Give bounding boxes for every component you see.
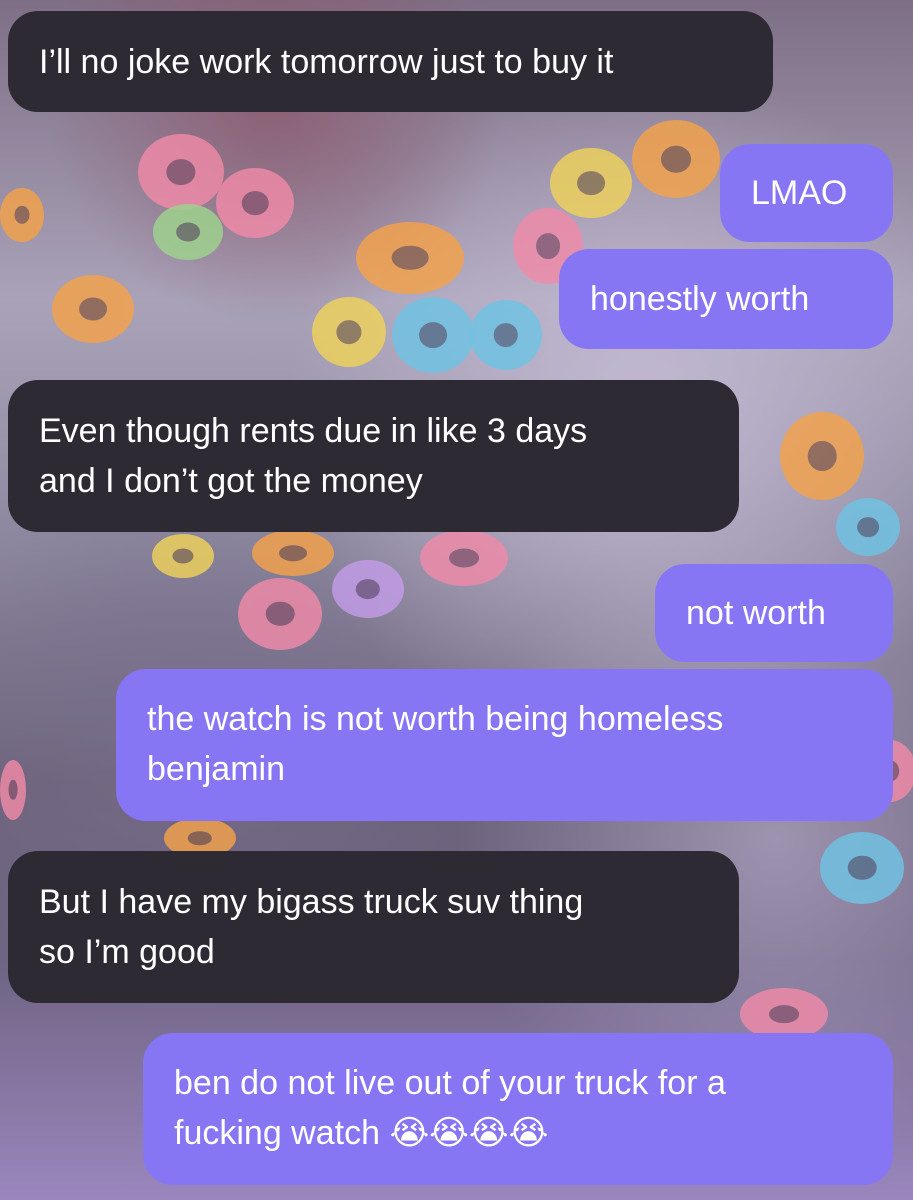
cereal-loop-icon	[152, 534, 214, 578]
cereal-loop-icon	[780, 412, 864, 500]
cereal-loop-icon	[332, 560, 404, 618]
cereal-loop-icon	[420, 530, 508, 586]
message-bubble-sent: LMAO	[720, 144, 893, 242]
cereal-loop-icon	[153, 204, 223, 260]
cereal-loop-icon	[820, 832, 904, 904]
message-text: Even though rents due in like 3 days	[39, 412, 588, 450]
cereal-loop-icon	[52, 275, 134, 343]
cereal-loop-icon	[0, 188, 44, 242]
cereal-loop-icon	[216, 168, 294, 238]
cereal-loop-icon	[252, 530, 334, 576]
cereal-loop-icon	[356, 222, 464, 294]
message-bubble-received: I’ll no joke work tomorrow just to buy i…	[8, 11, 773, 112]
cereal-loop-icon	[470, 300, 542, 370]
cereal-loop-icon	[238, 578, 322, 650]
cereal-loop-icon	[0, 760, 26, 820]
cereal-loop-icon	[392, 297, 474, 373]
message-text: the watch is not worth being homeless	[147, 700, 724, 738]
message-text: so I’m good	[39, 933, 215, 971]
message-text: ben do not live out of your truck for a	[174, 1064, 726, 1102]
cereal-loop-icon	[312, 297, 386, 367]
message-bubble-sent: the watch is not worth being homeless be…	[116, 669, 893, 821]
cereal-loop-icon	[550, 148, 632, 218]
cereal-loop-icon	[836, 498, 900, 556]
cereal-loop-icon	[632, 120, 720, 198]
message-bubble-received: But I have my bigass truck suv thing so …	[8, 851, 739, 1003]
message-bubble-sent: ben do not live out of your truck for a …	[143, 1033, 893, 1185]
message-text: fucking watch 😭😭😭😭	[174, 1114, 549, 1152]
cereal-loop-icon	[138, 134, 224, 210]
message-bubble-received: Even though rents due in like 3 days and…	[8, 380, 739, 532]
message-bubble-sent: not worth	[655, 564, 893, 662]
message-text: not worth	[686, 594, 826, 632]
message-bubble-sent: honestly worth	[559, 249, 893, 349]
message-text: But I have my bigass truck suv thing	[39, 883, 584, 921]
message-text: and I don’t got the money	[39, 462, 423, 500]
message-text: LMAO	[751, 174, 848, 212]
message-text: benjamin	[147, 750, 285, 788]
message-text: honestly worth	[590, 280, 810, 318]
message-text: I’ll no joke work tomorrow just to buy i…	[39, 43, 614, 81]
